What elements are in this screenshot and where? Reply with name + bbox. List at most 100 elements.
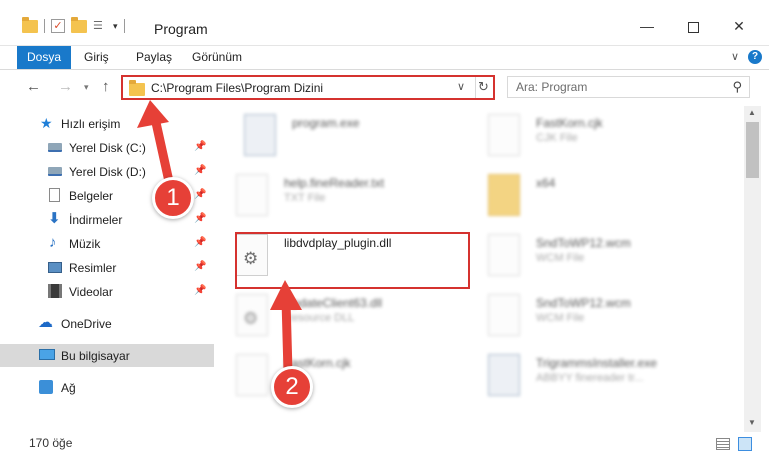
pin-icon[interactable]: 📌 — [194, 189, 206, 200]
computer-icon — [39, 349, 55, 360]
tab-share[interactable]: Paylaş — [136, 46, 172, 69]
sidebar-item-network[interactable]: Ağ — [0, 376, 214, 399]
close-button[interactable]: ✕ — [724, 14, 754, 38]
sidebar-item-disk-c[interactable]: Yerel Disk (C:) 📌 — [0, 136, 214, 159]
sidebar-item-label: Videolar — [69, 285, 113, 299]
large-icons-view-icon[interactable] — [738, 437, 752, 451]
sidebar-item-label: OneDrive — [61, 317, 112, 331]
forward-button[interactable]: → — [58, 78, 73, 95]
sidebar-item-pictures[interactable]: Resimler 📌 — [0, 256, 214, 279]
document-icon — [49, 188, 60, 202]
vertical-scrollbar[interactable]: ▲ ▼ — [744, 106, 761, 432]
details-view-icon[interactable] — [716, 438, 730, 450]
step-badge-2: 2 — [271, 366, 313, 408]
file-icon — [488, 294, 520, 336]
file-item[interactable]: TrigrammsInstaller.exe ABBYY finereader … — [480, 348, 720, 406]
address-dropdown-icon[interactable]: ∨ — [457, 80, 465, 93]
file-item[interactable]: SndToWP12.wcm WCM File — [480, 228, 720, 286]
pin-icon[interactable]: 📌 — [194, 141, 206, 152]
sidebar-item-label: Hızlı erişim — [61, 117, 121, 131]
status-bar: 170 öğe — [0, 432, 769, 463]
exe-icon — [488, 354, 520, 396]
file-type: WCM File — [536, 312, 585, 324]
file-name: x64 — [536, 176, 556, 190]
maximize-button[interactable] — [678, 14, 708, 38]
tab-file[interactable]: Dosya — [17, 46, 71, 69]
file-item[interactable]: program.exe — [236, 108, 476, 166]
navigation-pane: ★ Hızlı erişim Yerel Disk (C:) 📌 Yerel D… — [0, 106, 214, 432]
minimize-button[interactable]: — — [632, 14, 662, 38]
file-name: SndToWP12.wcm — [536, 236, 631, 250]
pin-icon[interactable]: 📌 — [194, 213, 206, 224]
file-item[interactable]: help.fineReader.txt TXT File — [228, 168, 468, 226]
properties-icon[interactable]: ☰ — [93, 19, 107, 33]
highlight-box — [235, 232, 470, 289]
file-name: FastKorn.cjk — [536, 116, 603, 130]
file-item[interactable]: FastKorn.cjk — [228, 348, 468, 406]
toolbar-separator — [44, 19, 45, 33]
folder-icon — [129, 80, 145, 96]
ribbon-tabs: Dosya Giriş Paylaş Görünüm ∨ ? — [0, 46, 769, 70]
file-name: SndToWP12.wcm — [536, 296, 631, 310]
folder-icon[interactable] — [22, 16, 38, 33]
sidebar-item-this-pc[interactable]: Bu bilgisayar — [0, 344, 214, 367]
sidebar-item-label: Yerel Disk (D:) — [69, 165, 146, 179]
file-name: program.exe — [292, 116, 360, 130]
recent-locations-dropdown[interactable]: ▾ — [84, 82, 89, 93]
file-name: UpdateClient63.dll — [284, 296, 383, 310]
tab-home[interactable]: Giriş — [84, 46, 109, 69]
scroll-thumb[interactable] — [746, 122, 759, 178]
maximize-icon — [687, 21, 699, 33]
file-icon — [488, 234, 520, 276]
refresh-icon[interactable]: ↻ — [478, 79, 489, 95]
sidebar-item-quick-access[interactable]: ★ Hızlı erişim — [0, 112, 214, 135]
new-folder-icon[interactable] — [71, 16, 87, 33]
file-item[interactable]: x64 — [480, 168, 720, 226]
sidebar-item-music[interactable]: ♪ Müzik 📌 — [0, 232, 214, 255]
pin-icon[interactable]: 📌 — [194, 261, 206, 272]
download-icon: ⬇ — [48, 210, 61, 227]
item-count: 170 öğe — [29, 436, 73, 450]
file-item[interactable]: SndToWP12.wcm WCM File — [480, 288, 720, 346]
file-item[interactable]: FastKorn.cjk CJK File — [480, 108, 720, 166]
file-item[interactable]: UpdateClient63.dll Resource DLL — [228, 288, 468, 346]
search-icon[interactable]: ⚲ — [732, 79, 742, 95]
sidebar-item-label: Müzik — [69, 237, 101, 251]
sidebar-item-onedrive[interactable]: ☁ OneDrive — [0, 312, 214, 335]
properties-check-icon[interactable]: ✓ — [51, 19, 65, 33]
address-bar[interactable]: C:\Program Files\Program Dizini ∨ ↻ — [121, 75, 495, 100]
sidebar-item-label: Ağ — [61, 381, 76, 395]
pin-icon[interactable]: 📌 — [194, 285, 206, 296]
address-path[interactable]: C:\Program Files\Program Dizini — [151, 81, 323, 95]
cloud-icon: ☁ — [38, 314, 53, 331]
sidebar-item-videos[interactable]: Videolar 📌 — [0, 280, 214, 303]
toolbar-separator — [123, 19, 125, 33]
drive-icon — [48, 167, 62, 176]
network-icon — [39, 380, 53, 394]
file-type: TXT File — [284, 192, 326, 204]
tab-view[interactable]: Görünüm — [192, 46, 242, 69]
up-button[interactable]: ↑ — [102, 78, 110, 95]
file-type: WCM File — [536, 252, 585, 264]
back-button[interactable]: ← — [26, 78, 41, 95]
sidebar-item-label: Yerel Disk (C:) — [69, 141, 146, 155]
pin-icon[interactable]: 📌 — [194, 237, 206, 248]
dll-gear-icon — [236, 294, 268, 336]
help-icon[interactable]: ? — [748, 50, 762, 64]
star-icon: ★ — [40, 115, 53, 131]
music-icon: ♪ — [49, 234, 57, 251]
exe-icon — [244, 114, 276, 156]
file-name: help.fineReader.txt — [284, 176, 385, 190]
scroll-down-icon[interactable]: ▼ — [748, 418, 756, 427]
step-badge-1: 1 — [152, 177, 194, 219]
file-name: TrigrammsInstaller.exe — [536, 356, 657, 370]
expand-ribbon-icon[interactable]: ∨ — [731, 50, 739, 63]
customize-toolbar-dropdown[interactable]: ▾ — [113, 21, 118, 32]
pin-icon[interactable]: 📌 — [194, 165, 206, 176]
scroll-up-icon[interactable]: ▲ — [748, 108, 756, 117]
sidebar-item-label: Resimler — [69, 261, 117, 275]
search-input[interactable]: Ara: Program ⚲ — [507, 76, 750, 98]
videos-icon — [48, 284, 62, 298]
drive-icon — [48, 143, 62, 152]
file-type: ABBYY finereader tr... — [536, 372, 644, 384]
